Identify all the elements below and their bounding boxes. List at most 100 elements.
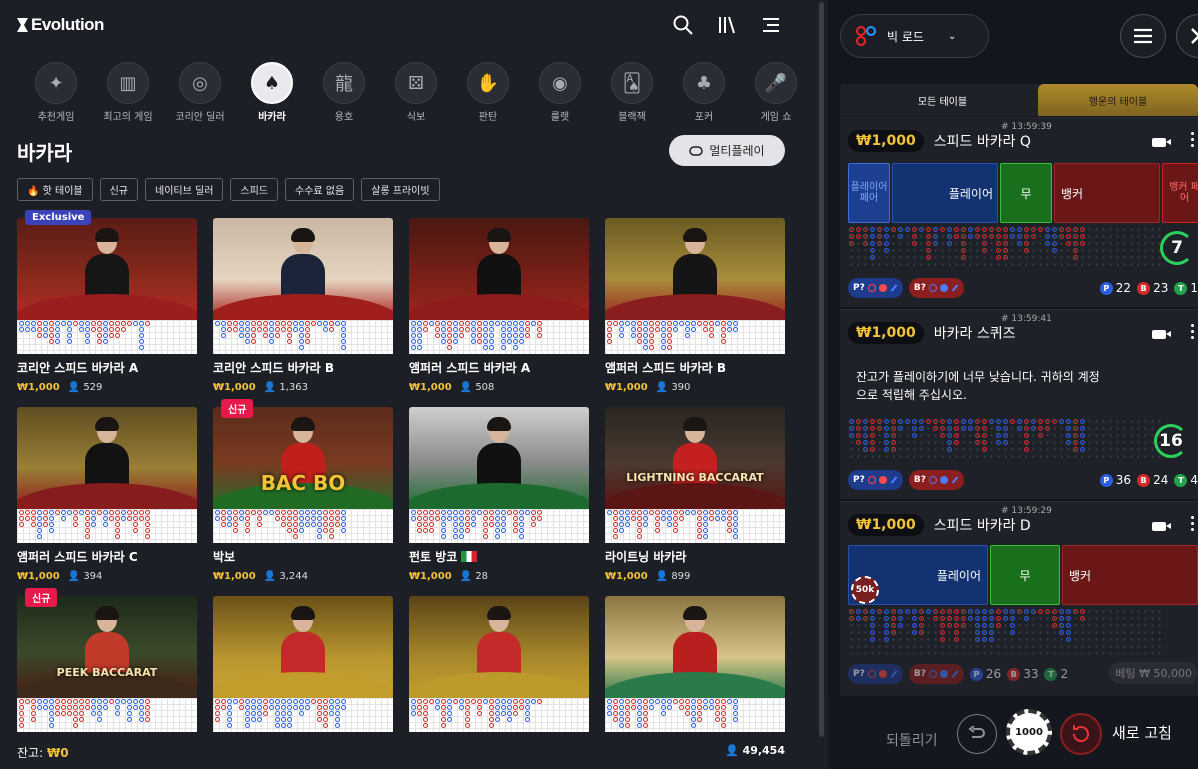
category-roulette[interactable]: ◉ 룰렛: [524, 62, 596, 123]
game-card[interactable]: 앰퍼러 스피드 바카라 A ₩1,000 👤 508: [409, 218, 589, 407]
category-blackjack[interactable]: 🂡 블랙잭: [596, 62, 668, 123]
category-poker[interactable]: ♣ 포커: [668, 62, 740, 123]
tie-count: T2: [1044, 667, 1068, 681]
category-sparkle[interactable]: ✦ 추천게임: [20, 62, 92, 123]
game-thumbnail[interactable]: [605, 218, 785, 320]
undo-button[interactable]: [957, 714, 997, 754]
filter-chip[interactable]: 살롱 프라이빗: [361, 178, 440, 201]
player-prediction[interactable]: P?: [848, 664, 903, 684]
multiplay-button[interactable]: 멀티플레이: [669, 135, 785, 166]
filter-chip[interactable]: 네이티브 딜러: [145, 178, 224, 201]
scoreboard: [17, 320, 197, 354]
more-icon[interactable]: [1191, 324, 1195, 339]
scrollbar[interactable]: [818, 0, 825, 769]
table-name: 바카라 스퀴즈: [933, 326, 1016, 342]
game-card[interactable]: [213, 596, 393, 769]
game-name: 라이트닝 바카라: [605, 548, 785, 565]
bet-player[interactable]: 플레이어: [892, 163, 998, 223]
bet-player[interactable]: 50k 플레이어: [848, 545, 988, 605]
category-mic[interactable]: 🎤 게임 쇼: [740, 62, 812, 123]
bet-tie[interactable]: 무: [990, 545, 1060, 605]
category-dragon[interactable]: 龍 용호: [308, 62, 380, 123]
more-icon[interactable]: [1191, 132, 1195, 147]
game-thumbnail[interactable]: [213, 218, 393, 320]
banker-prediction[interactable]: B?: [908, 470, 964, 490]
video-icon[interactable]: [1152, 522, 1171, 531]
game-card[interactable]: [409, 596, 589, 769]
search-icon[interactable]: [672, 14, 694, 36]
page-title: 바카라: [17, 141, 73, 165]
bet-tie[interactable]: 무: [1000, 163, 1052, 223]
more-icon[interactable]: [1191, 516, 1195, 531]
category-nav: ✦ 추천게임 ▥ 최고의 게임 ◎ 코리안 딜러 ♠ 바카라 龍 용호 ⚄ 식보 ✋ 판탄 ◉ 룰렛 🂡 블랙잭 ♣…: [20, 62, 812, 123]
category-label: 포커: [694, 112, 714, 123]
game-thumbnail[interactable]: LIGHTNING BACCARAT: [605, 407, 785, 509]
game-card[interactable]: 펀토 방코 ₩1,000 👤 28: [409, 407, 589, 596]
game-thumbnail[interactable]: [409, 218, 589, 320]
category-chip[interactable]: ◎ 코리안 딜러: [164, 62, 236, 123]
min-bet: ₩1,000: [213, 571, 256, 582]
bet-banker[interactable]: 뱅커: [1054, 163, 1160, 223]
player-prediction[interactable]: P?: [848, 470, 903, 490]
game-card[interactable]: 신규 BAC BO 박보 ₩1,000 👤 3,244: [213, 399, 393, 596]
refresh-button[interactable]: [1060, 713, 1102, 755]
filter-chip[interactable]: 🔥 핫 테이블: [17, 178, 93, 201]
bet-banker[interactable]: 뱅커: [1062, 545, 1198, 605]
chip-selector[interactable]: 1000: [1006, 709, 1052, 755]
player-wins-count: 36: [1115, 473, 1132, 487]
game-card[interactable]: 앰퍼러 스피드 바카라 B ₩1,000 👤 390: [605, 218, 785, 407]
banker-prediction[interactable]: B?: [908, 278, 964, 298]
close-button[interactable]: [1176, 14, 1198, 58]
category-dice[interactable]: ⚄ 식보: [380, 62, 452, 123]
game-card[interactable]: 앰퍼러 스피드 바카라 C ₩1,000 👤 394: [17, 407, 197, 596]
game-thumbnail[interactable]: [605, 596, 785, 698]
video-icon[interactable]: [1152, 330, 1171, 339]
player-count: 390: [671, 382, 691, 393]
tie-stat-icon: T: [1174, 281, 1188, 295]
players: 👤 508: [459, 382, 495, 393]
game-thumbnail[interactable]: [213, 596, 393, 698]
filter-chip[interactable]: 수수료 없음: [285, 178, 355, 201]
bet-banker-pair[interactable]: 뱅커 페어: [1162, 163, 1198, 223]
table-felt: [409, 672, 589, 698]
banker-wins: B 23: [1137, 281, 1168, 295]
game-thumbnail[interactable]: [17, 407, 197, 509]
library-icon[interactable]: [716, 14, 738, 36]
player-prediction-label: P?: [853, 475, 865, 485]
game-thumbnail[interactable]: [409, 596, 589, 698]
banker-prediction-label: B?: [913, 669, 926, 679]
filter-chip[interactable]: 스피드: [230, 178, 279, 201]
player-count: 529: [83, 382, 103, 393]
category-podium[interactable]: ▥ 최고의 게임: [92, 62, 164, 123]
filter-chip[interactable]: 신규: [99, 178, 139, 201]
game-meta: ₩1,000 👤 390: [605, 382, 785, 393]
total-players-count: 49,454: [742, 744, 785, 757]
game-thumbnail[interactable]: [17, 218, 197, 320]
game-thumbnail[interactable]: BAC BO: [213, 407, 393, 509]
road-select[interactable]: 빅 로드 ⌄: [840, 14, 989, 58]
category-baccarat[interactable]: ♠ 바카라: [236, 62, 308, 123]
prediction-dot-icon: [878, 476, 887, 484]
menu-icon[interactable]: [760, 14, 782, 36]
player-wins: P 26: [969, 667, 1001, 681]
game-thumbnail[interactable]: PEEK BACCARAT: [17, 596, 197, 698]
table-card[interactable]: # 13:59:29 ₩1,000 스피드 바카라 D 50k 플레이어 무 뱅커…: [840, 501, 1198, 696]
game-card[interactable]: 코리안 스피드 바카라 B ₩1,000 👤 1,363: [213, 218, 393, 407]
tab-all-tables[interactable]: 모든 테이블: [840, 84, 1045, 116]
category-hand[interactable]: ✋ 판탄: [452, 62, 524, 123]
game-card[interactable]: LIGHTNING BACCARAT 라이트닝 바카라 ₩1,000 👤 899: [605, 407, 785, 596]
table-card[interactable]: # 13:59:41 ₩1,000 바카라 스퀴즈 잔고가 플레이하기에 너무 낮…: [840, 309, 1198, 499]
game-badge: Exclusive: [25, 210, 92, 225]
menu-button[interactable]: [1120, 14, 1166, 58]
prediction-slash-icon: [951, 670, 959, 678]
brand-name: Evolution: [31, 15, 104, 34]
video-icon[interactable]: [1152, 138, 1171, 147]
player-prediction[interactable]: P?: [848, 278, 903, 298]
game-thumbnail[interactable]: [409, 407, 589, 509]
table-card[interactable]: # 13:59:39 ₩1,000 스피드 바카라 Q 플레이어 페어 플레이어 …: [840, 117, 1198, 307]
bet-player-pair[interactable]: 플레이어 페어: [848, 163, 890, 223]
evolution-logo[interactable]: Evolution: [17, 15, 104, 35]
game-card[interactable]: Exclusive 코리안 스피드 바카라 A ₩1,000 👤 529: [17, 210, 197, 407]
banker-prediction[interactable]: B?: [908, 664, 964, 684]
tab-lucky-tables[interactable]: 행운의 테이블: [1038, 84, 1198, 116]
